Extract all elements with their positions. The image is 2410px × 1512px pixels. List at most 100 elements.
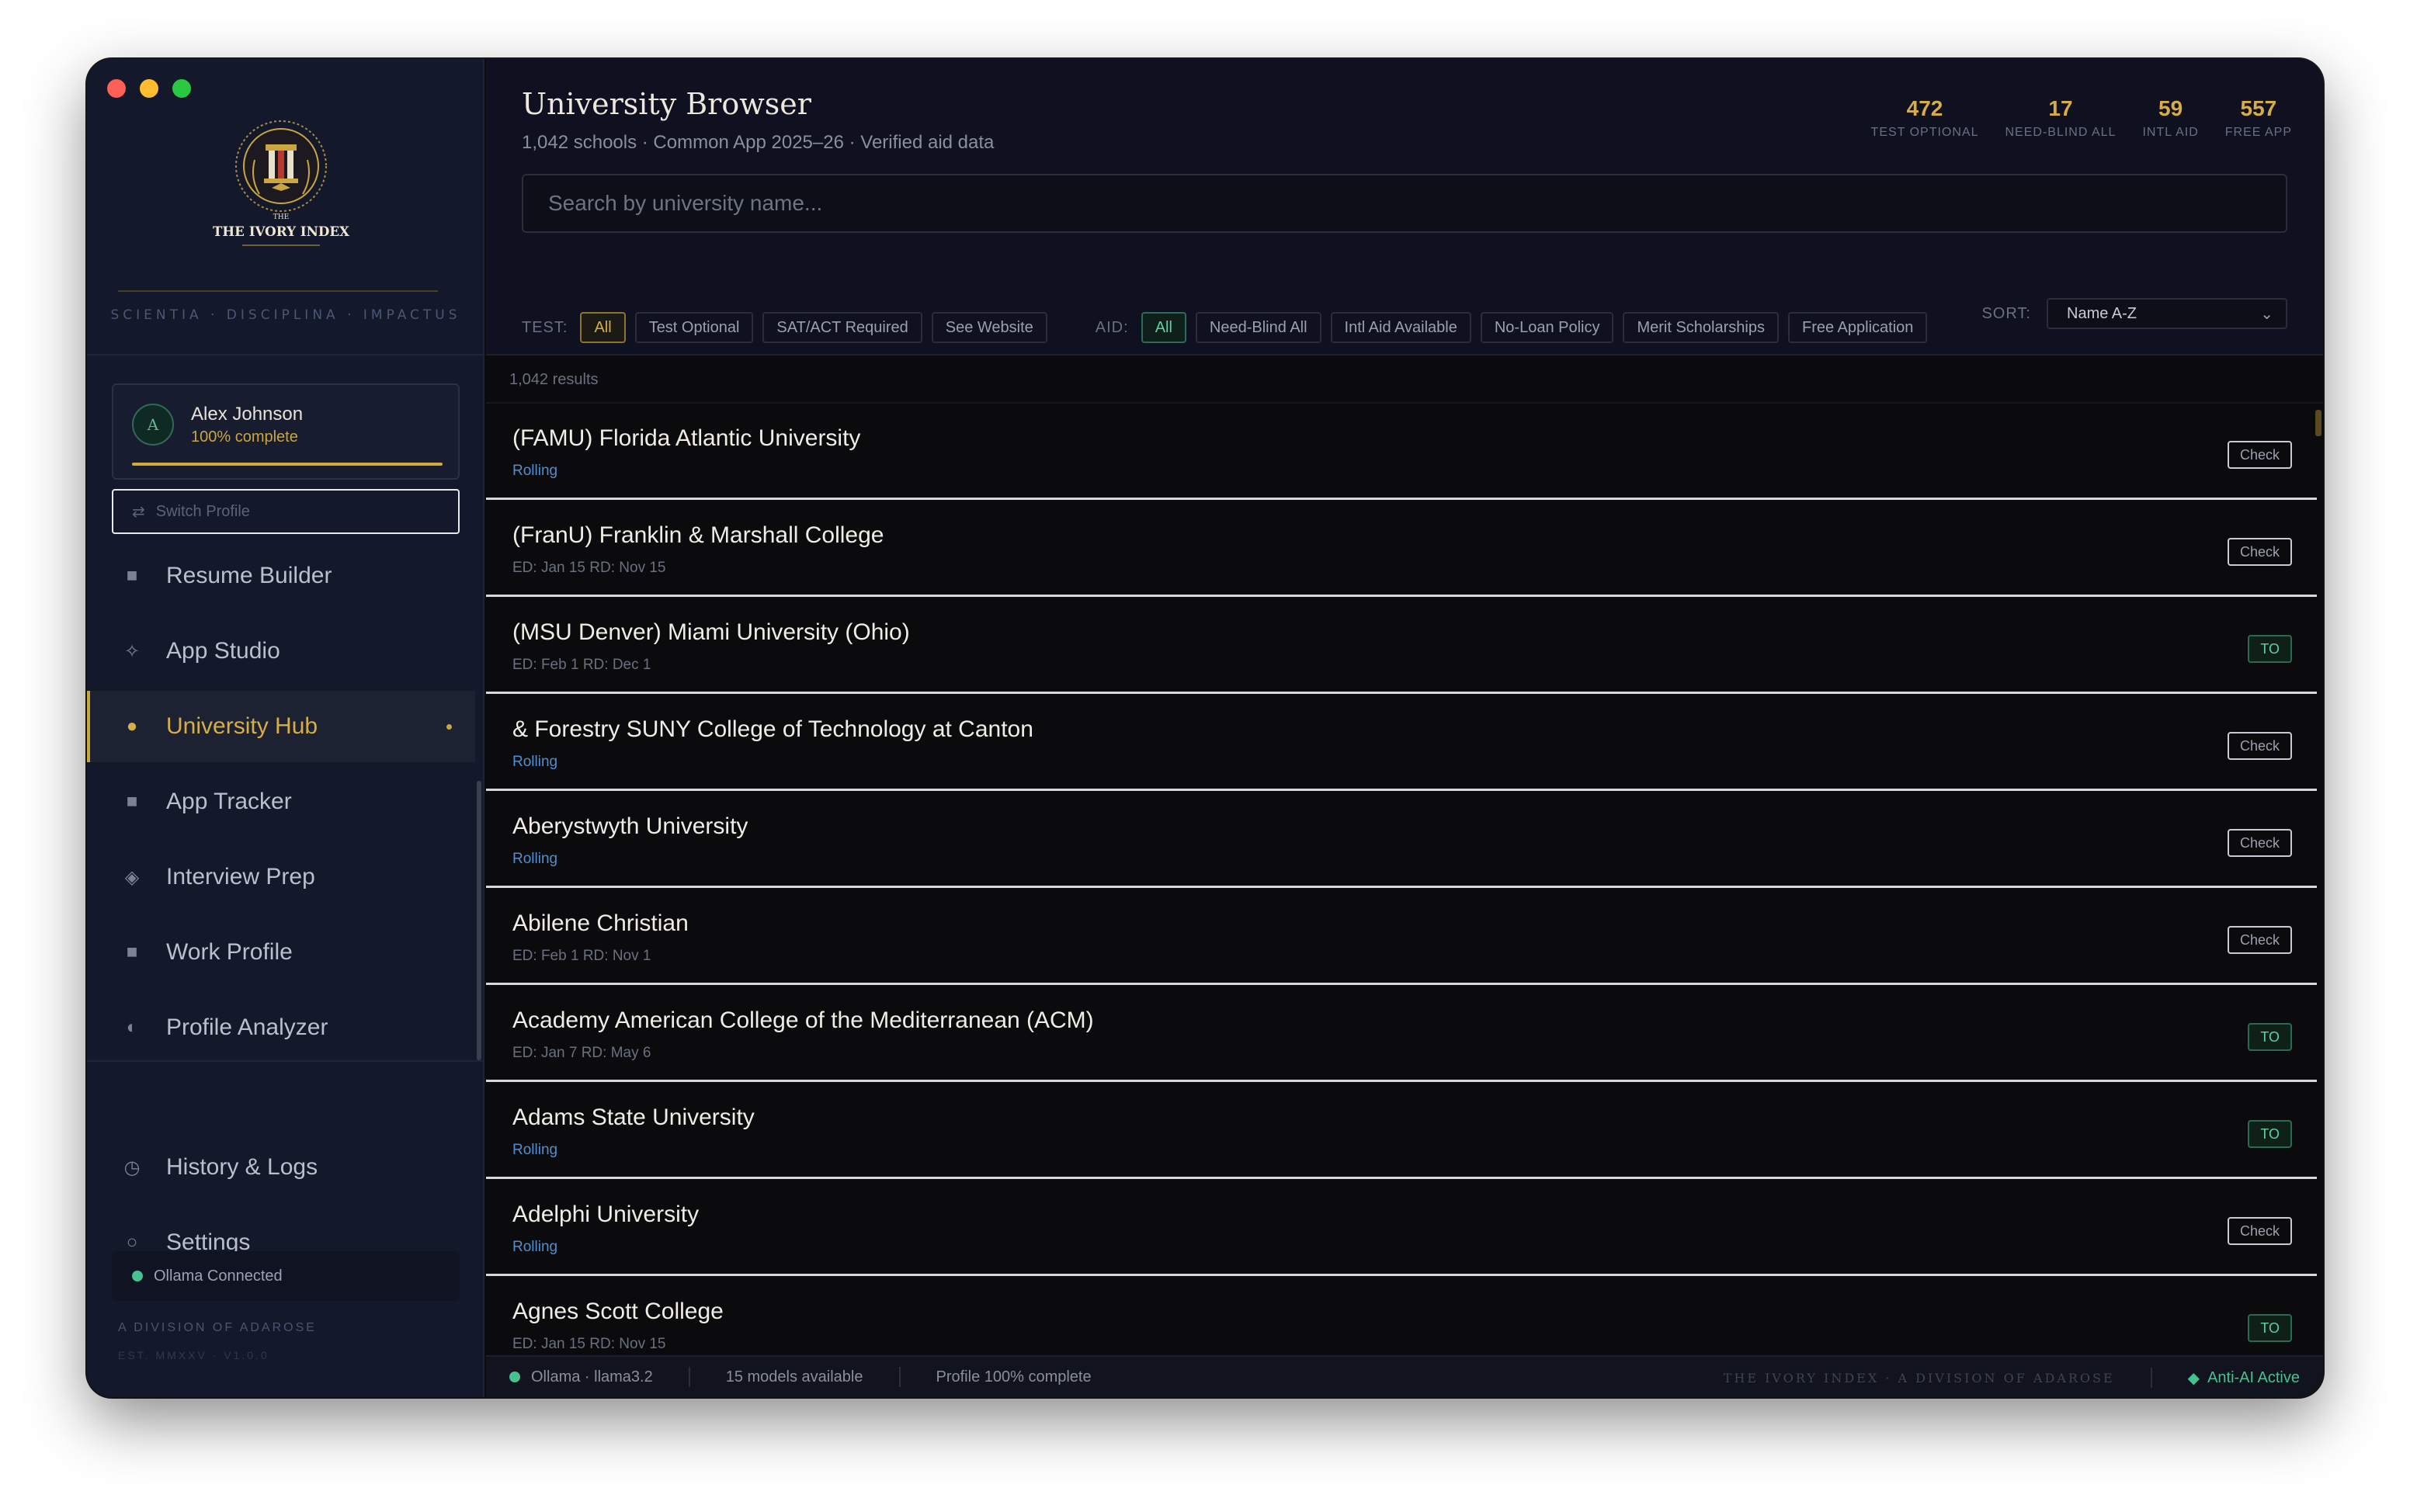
active-indicator-icon — [446, 724, 452, 730]
status-bar: Ollama · llama3.2 15 models available Pr… — [486, 1355, 2323, 1397]
deadline-info: ED: Jan 15 RD: Nov 15 — [512, 1336, 666, 1352]
university-name[interactable]: Agnes Scott College — [512, 1299, 724, 1325]
deadline-info: Rolling — [512, 1239, 558, 1255]
university-row[interactable]: & Forestry SUNY College of Technology at… — [486, 696, 2317, 791]
aid-filter-no-loan-policy[interactable]: No-Loan Policy — [1480, 312, 1614, 343]
status-dot-icon — [132, 1271, 143, 1281]
check-badge[interactable]: Check — [2227, 1217, 2292, 1245]
swap-icon: ⇄ — [132, 503, 145, 521]
sidebar-item-app-studio[interactable]: ✧ App Studio — [87, 616, 475, 687]
test-aid-filters: TEST: All Test Optional SAT/ACT Required See… — [522, 312, 1928, 343]
sort-select[interactable]: Name A-Z ⌄ — [2047, 298, 2287, 329]
deadline-info: ED: Feb 1 RD: Nov 1 — [512, 948, 651, 964]
deadline-info: Rolling — [512, 754, 558, 770]
square-icon: ■ — [126, 791, 138, 812]
sidebar-item-resume-builder[interactable]: ■ Resume Builder — [87, 540, 475, 612]
university-name[interactable]: Academy American College of the Mediterr… — [512, 1007, 1094, 1034]
app-window: THE THE IVORY INDEX SCIENTIA · DISCIPLIN… — [87, 59, 2323, 1397]
ivory-index-logo: THE THE IVORY INDEX — [213, 120, 350, 246]
test-filter-all[interactable]: All — [580, 312, 626, 343]
university-row[interactable]: Abilene Christian ED: Feb 1 RD: Nov 1 Chec… — [486, 890, 2317, 985]
test-filter-test-optional[interactable]: Test Optional — [634, 312, 754, 343]
deadline-info: ED: Feb 1 RD: Dec 1 — [512, 657, 651, 673]
test-filter-label: TEST: — [522, 318, 568, 336]
sidebar-item-profile-analyzer[interactable]: ◐ Profile Analyzer — [87, 992, 475, 1063]
sidebar-item-label: App Studio — [166, 638, 280, 664]
deadline-info: ED: Jan 15 RD: Nov 15 — [512, 560, 666, 576]
division-footer: THE IVORY INDEX · A DIVISION OF ADAROSE — [1723, 1370, 2115, 1385]
sidebar-item-label: History & Logs — [166, 1154, 318, 1180]
circle-outline-icon: ○ — [126, 1232, 138, 1253]
profile-card[interactable]: A Alex Johnson 100% complete — [112, 383, 460, 480]
university-row[interactable]: Adelphi University Rolling Check — [486, 1181, 2317, 1276]
test-filter-sat-act-required[interactable]: SAT/ACT Required — [762, 312, 922, 343]
university-name[interactable]: & Forestry SUNY College of Technology at… — [512, 716, 1033, 743]
sidebar-item-label: Work Profile — [166, 939, 293, 965]
diamond-icon: ◈ — [124, 866, 140, 888]
university-name[interactable]: Aberystwyth University — [512, 813, 748, 840]
aid-filter-free-application[interactable]: Free Application — [1787, 312, 1928, 343]
aid-filter-all[interactable]: All — [1141, 312, 1186, 343]
university-row[interactable]: Academy American College of the Mediterr… — [486, 987, 2317, 1082]
minimize-window-button[interactable] — [140, 79, 158, 98]
university-row[interactable]: Adams State University Rolling TO — [486, 1084, 2317, 1179]
test-filter-see-website[interactable]: See Website — [931, 312, 1047, 343]
university-name[interactable]: (FranU) Franklin & Marshall College — [512, 522, 884, 549]
aid-filter-intl-aid-available[interactable]: Intl Aid Available — [1330, 312, 1471, 343]
avatar: A — [132, 404, 174, 446]
sidebar-scrollbar[interactable] — [477, 781, 481, 1060]
sidebar-item-label: Profile Analyzer — [166, 1014, 328, 1040]
page-subtitle: 1,042 schools · Common App 2025–26 · Ver… — [522, 132, 995, 153]
university-name[interactable]: (MSU Denver) Miami University (Ohio) — [512, 619, 910, 646]
university-row[interactable]: (FAMU) Florida Atlantic University Rollin… — [486, 405, 2317, 500]
stats-summary: 472 TEST OPTIONAL 17 NEED-BLIND ALL 59 INTL A… — [1871, 96, 2292, 140]
window-controls — [107, 79, 191, 98]
sidebar-item-app-tracker[interactable]: ■ App Tracker — [87, 766, 475, 837]
university-name[interactable]: Abilene Christian — [512, 910, 689, 937]
list-scrollbar[interactable] — [2315, 410, 2321, 436]
sidebar-item-label: Interview Prep — [166, 864, 315, 890]
square-icon: ■ — [126, 942, 138, 962]
university-row[interactable]: Aberystwyth University Rolling Check — [486, 793, 2317, 888]
sidebar-item-history-logs[interactable]: ◷ History & Logs — [87, 1132, 475, 1203]
anti-ai-label: Anti-AI Active — [2207, 1368, 2300, 1386]
check-badge[interactable]: Check — [2227, 538, 2292, 566]
university-name[interactable]: Adelphi University — [512, 1202, 699, 1228]
profile-name: Alex Johnson — [191, 404, 304, 425]
aid-filter-need-blind-all[interactable]: Need-Blind All — [1195, 312, 1321, 343]
separator — [898, 1367, 901, 1387]
university-name[interactable]: Adams State University — [512, 1105, 755, 1131]
test-optional-badge: TO — [2248, 1120, 2292, 1148]
profile-status: Profile 100% complete — [936, 1368, 1092, 1385]
check-badge[interactable]: Check — [2227, 926, 2292, 954]
university-name[interactable]: (FAMU) Florida Atlantic University — [512, 425, 860, 452]
switch-profile-label: Switch Profile — [155, 502, 250, 520]
test-optional-badge: TO — [2248, 1023, 2292, 1051]
sidebar-item-university-hub[interactable]: ● University Hub — [87, 691, 475, 762]
results-bar: 1,042 results — [486, 357, 2323, 404]
sidebar-item-work-profile[interactable]: ■ Work Profile — [87, 917, 475, 988]
sort-control: SORT: Name A-Z ⌄ — [1981, 298, 2287, 329]
status-dot-icon — [509, 1372, 520, 1382]
aid-filter-merit-scholarships[interactable]: Merit Scholarships — [1623, 312, 1779, 343]
check-badge[interactable]: Check — [2227, 732, 2292, 760]
sidebar-item-interview-prep[interactable]: ◈ Interview Prep — [87, 841, 475, 913]
maximize-window-button[interactable] — [172, 79, 191, 98]
close-window-button[interactable] — [107, 79, 126, 98]
university-row[interactable]: Agnes Scott College ED: Jan 15 RD: Nov 15… — [486, 1278, 2317, 1355]
search-input[interactable] — [522, 174, 2287, 233]
university-row[interactable]: (MSU Denver) Miami University (Ohio) ED: … — [486, 599, 2317, 694]
university-row[interactable]: (FranU) Franklin & Marshall College ED: J… — [486, 502, 2317, 597]
check-badge[interactable]: Check — [2227, 829, 2292, 857]
separator — [688, 1367, 690, 1387]
logo-wordmark: THE IVORY INDEX — [213, 224, 350, 240]
switch-profile-button[interactable]: ⇄ Switch Profile — [112, 489, 460, 534]
check-badge[interactable]: Check — [2227, 441, 2292, 469]
svg-text:THE: THE — [273, 213, 289, 221]
diamond-icon: ◆ — [2187, 1369, 2200, 1387]
stat-label: NEED-BLIND ALL — [2005, 126, 2117, 139]
profile-completion: 100% complete — [191, 428, 298, 446]
test-optional-badge: TO — [2248, 635, 2292, 663]
sidebar: THE THE IVORY INDEX SCIENTIA · DISCIPLIN… — [87, 59, 484, 1397]
separator — [2150, 1368, 2152, 1388]
